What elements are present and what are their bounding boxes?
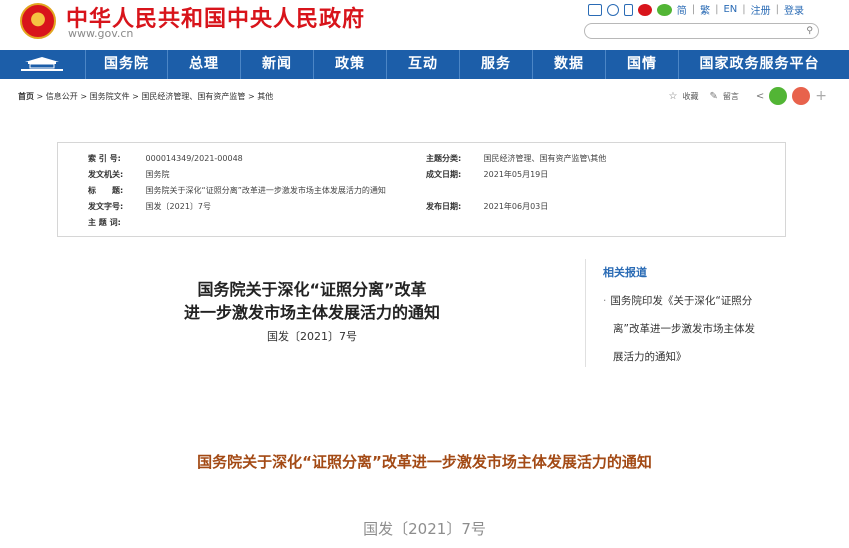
share-icon[interactable]: <	[756, 91, 764, 102]
divider	[585, 259, 586, 367]
divider: |	[691, 4, 696, 15]
bullet-icon: ·	[603, 295, 607, 307]
document-title-line: 国务院关于深化“证照分离”改革	[197, 280, 427, 299]
site-header: 中华人民共和国中央人民政府 www.gov.cn 简 | 繁 | EN | 注册…	[0, 0, 849, 50]
site-url[interactable]: www.gov.cn	[68, 27, 133, 40]
meta-row: 主题分类: 国民经济管理、国有资产监管\其他	[426, 153, 606, 164]
meta-row: 发文机关: 国务院	[88, 169, 170, 180]
breadcrumb-item[interactable]: 国民经济管理、国有资产监管	[141, 92, 245, 101]
breadcrumb-home[interactable]: 首页	[18, 92, 34, 101]
document-number: 国发〔2021〕7号	[267, 330, 357, 343]
meta-value: 000014349/2021-00048	[145, 154, 243, 163]
meta-value: 2021年06月03日	[483, 202, 549, 211]
search-input[interactable]: ⚲	[584, 23, 819, 39]
nav-item-services[interactable]: 服务	[460, 50, 533, 79]
link-traditional[interactable]: 繁	[700, 2, 710, 17]
breadcrumb-sep: >	[36, 92, 46, 101]
content-panel: 索 引 号: 000014349/2021-00048 发文机关: 国务院 标 …	[17, 113, 827, 367]
meta-label: 索 引 号:	[88, 154, 121, 163]
meta-row: 主 题 词:	[88, 217, 143, 228]
related-item-line[interactable]: 国务院印发《关于深化“证照分	[610, 295, 752, 307]
nav-item-news[interactable]: 新闻	[241, 50, 314, 79]
mail-icon[interactable]	[587, 3, 602, 16]
meta-row: 发文字号: 国发〔2021〕7号	[88, 201, 211, 212]
national-emblem-icon	[20, 3, 56, 39]
related-heading: 相关报道	[603, 266, 647, 279]
article-number: 国发〔2021〕7号	[363, 520, 486, 538]
breadcrumb-item[interactable]: 信息公开	[46, 92, 78, 101]
meta-label: 主 题 词:	[88, 218, 121, 227]
breadcrumb-sep: >	[247, 92, 258, 101]
meta-label: 发布日期:	[426, 202, 462, 211]
meta-label: 标 题:	[88, 186, 124, 195]
wechat-icon[interactable]	[656, 3, 672, 16]
tiananmen-home-icon	[21, 57, 63, 71]
meta-label: 发文字号:	[88, 202, 124, 211]
meta-value: 国务院关于深化“证照分离”改革进一步激发市场主体发展活力的通知	[145, 186, 386, 195]
breadcrumb-sep: >	[132, 92, 142, 101]
breadcrumb: 首页 > 信息公开 > 国务院文件 > 国民经济管理、国有资产监管 > 其他	[18, 91, 273, 102]
meta-value: 国民经济管理、国有资产监管\其他	[483, 154, 607, 163]
pencil-icon[interactable]: ✎	[709, 91, 717, 102]
document-title: 国务院关于深化“证照分离”改革 进一步激发市场主体发展活力的通知	[147, 278, 477, 324]
mobile-icon[interactable]	[623, 3, 633, 16]
breadcrumb-bar: 首页 > 信息公开 > 国务院文件 > 国民经济管理、国有资产监管 > 其他 ☆…	[0, 84, 849, 110]
comment-button[interactable]: 留言	[723, 91, 739, 102]
nav-item-national-info[interactable]: 国情	[606, 50, 679, 79]
divider: |	[775, 4, 779, 15]
divider: |	[742, 4, 746, 15]
main-nav: 国务院 总理 新闻 政策 互动 服务 数据 国情 国家政务服务平台	[0, 50, 849, 79]
link-simplified[interactable]: 简	[677, 2, 687, 17]
share-bar: ☆ 收藏 ✎ 留言 < +	[669, 87, 827, 105]
star-icon[interactable]: ☆	[669, 91, 678, 102]
related-item-link[interactable]: · 国务院印发《关于深化“证照分 离”改革进一步激发市场主体发 展活力的通知》	[603, 287, 803, 371]
breadcrumb-sep: >	[80, 92, 90, 101]
meta-row: 标 题: 国务院关于深化“证照分离”改革进一步激发市场主体发展活力的通知	[88, 185, 386, 196]
search-icon[interactable]: ⚲	[806, 26, 813, 36]
wechat-share-icon[interactable]	[769, 87, 788, 105]
meta-label: 主题分类:	[426, 154, 462, 163]
meta-label: 成文日期:	[426, 170, 462, 179]
plus-icon[interactable]: +	[815, 88, 827, 104]
nav-home[interactable]	[0, 50, 86, 79]
meta-row: 成文日期: 2021年05月19日	[426, 169, 548, 180]
message-icon[interactable]	[606, 3, 619, 16]
top-links: 简 | 繁 | EN | 注册 | 登录	[587, 2, 804, 17]
breadcrumb-item[interactable]: 国务院文件	[90, 92, 130, 101]
meta-value: 2021年05月19日	[483, 170, 549, 179]
document-title-line: 进一步激发市场主体发展活力的通知	[183, 303, 440, 322]
collect-button[interactable]: 收藏	[682, 91, 698, 102]
link-login[interactable]: 登录	[784, 2, 804, 17]
related-item-line[interactable]: 离”改革进一步激发市场主体发	[613, 323, 755, 335]
divider: |	[715, 4, 719, 15]
meta-value: 国务院	[145, 170, 170, 179]
article-title: 国务院关于深化“证照分离”改革进一步激发市场主体发展活力的通知	[197, 453, 652, 471]
nav-item-data[interactable]: 数据	[533, 50, 606, 79]
related-item-line[interactable]: 展活力的通知》	[613, 351, 687, 363]
nav-item-state-council[interactable]: 国务院	[86, 50, 168, 79]
nav-item-premier[interactable]: 总理	[168, 50, 241, 79]
nav-item-policy[interactable]: 政策	[314, 50, 387, 79]
weibo-icon[interactable]	[637, 3, 652, 16]
document-meta-table: 索 引 号: 000014349/2021-00048 发文机关: 国务院 标 …	[57, 142, 786, 237]
weibo-share-icon[interactable]	[792, 87, 811, 105]
link-english[interactable]: EN	[723, 4, 737, 15]
link-register[interactable]: 注册	[751, 2, 771, 17]
meta-value: 国发〔2021〕7号	[145, 202, 211, 211]
meta-label: 发文机关:	[88, 170, 124, 179]
nav-item-service-platform[interactable]: 国家政务服务平台	[679, 50, 840, 79]
breadcrumb-item[interactable]: 其他	[257, 92, 273, 101]
meta-row: 发布日期: 2021年06月03日	[426, 201, 548, 212]
nav-item-interaction[interactable]: 互动	[387, 50, 460, 79]
meta-row: 索 引 号: 000014349/2021-00048	[88, 153, 243, 164]
